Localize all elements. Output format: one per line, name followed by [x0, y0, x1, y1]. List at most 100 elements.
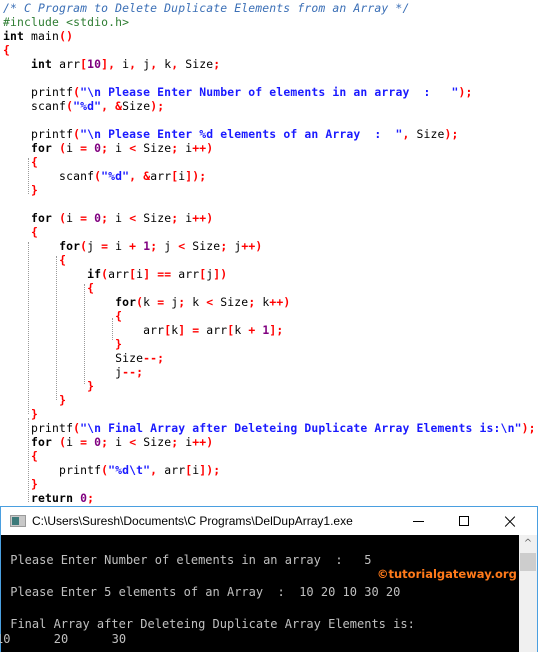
output-line: Final Array after Deleteing Duplicate Ar… — [3, 617, 415, 631]
maximize-button[interactable] — [441, 507, 487, 535]
code-line: for (i = 0; i < Size; i++) — [3, 211, 213, 225]
code-token: i — [178, 141, 193, 155]
code-token: if — [87, 267, 102, 281]
code-line: } — [3, 393, 66, 407]
window-title: C:\Users\Suresh\Documents\C Programs\Del… — [32, 514, 353, 528]
code-token: "\n Final Array after Deleteing Duplicat… — [80, 421, 522, 435]
code-token: ( — [52, 141, 67, 155]
code-token: j — [87, 239, 102, 253]
code-line: scanf("%d", &arr[i]); — [3, 169, 206, 183]
code-token: ; — [87, 491, 95, 505]
code-token: k — [255, 295, 270, 309]
console-titlebar[interactable]: C:\Users\Suresh\Documents\C Programs\Del… — [1, 507, 537, 535]
code-line: for(j = i + 1; j < Size; j++) — [3, 239, 262, 253]
code-token: i — [66, 435, 81, 449]
code-token: } — [115, 337, 123, 351]
code-token: ++) — [241, 239, 263, 253]
code-token: ]) — [213, 267, 228, 281]
code-token: ]); — [185, 169, 207, 183]
code-token: { — [31, 155, 39, 169]
code-token: "%d\t" — [108, 463, 151, 477]
code-token: arr — [150, 169, 172, 183]
code-token: Size — [136, 435, 172, 449]
code-token: ]; — [269, 323, 284, 337]
code-token: ], — [101, 57, 116, 71]
code-token: j — [136, 57, 151, 71]
code-token: ( — [52, 435, 67, 449]
console-window[interactable]: C:\Users\Suresh\Documents\C Programs\Del… — [0, 506, 538, 652]
code-line: if(arr[i] == arr[j]) — [3, 267, 227, 281]
code-token: } — [59, 393, 67, 407]
close-button[interactable]: × — [487, 507, 533, 535]
code-token: ]); — [199, 463, 221, 477]
code-token: Size — [136, 141, 172, 155]
code-token: k — [143, 295, 158, 309]
output-line: 10 20 30 — [0, 632, 127, 646]
code-line: int main() — [3, 29, 73, 43]
code-line: for (i = 0; i < Size; i++) — [3, 435, 213, 449]
code-token: Size — [185, 239, 221, 253]
code-line: Size--; — [3, 351, 164, 365]
code-token: i — [108, 435, 130, 449]
code-token: Size — [122, 99, 151, 113]
code-token: k — [185, 295, 207, 309]
code-line: scanf("%d", &Size); — [3, 99, 164, 113]
code-token: ++) — [192, 141, 214, 155]
code-token: == — [157, 267, 172, 281]
code-token: printf — [3, 127, 74, 141]
code-line: printf("%d\t", arr[i]); — [3, 463, 220, 477]
code-token: printf — [3, 85, 74, 99]
code-line: { — [3, 253, 66, 267]
code-token: --; — [143, 351, 165, 365]
code-token: } — [31, 407, 39, 421]
code-token: printf — [3, 421, 74, 435]
code-token: int — [31, 57, 53, 71]
minimize-button[interactable] — [395, 507, 441, 535]
code-token: ++) — [192, 211, 214, 225]
code-token: i — [66, 141, 81, 155]
code-token: { — [31, 449, 39, 463]
code-token: i — [178, 435, 193, 449]
code-line: { — [3, 281, 94, 295]
code-line: { — [3, 449, 38, 463]
code-token: /* C Program to Delete Duplicate Element… — [3, 1, 410, 15]
code-line: #include <stdio.h> — [3, 15, 129, 29]
code-token: scanf — [3, 99, 67, 113]
code-token: ++) — [269, 295, 291, 309]
output-line: Please Enter 5 elements of an Array : 10… — [3, 585, 401, 599]
code-line: int arr[10], i, j, k, Size; — [3, 57, 220, 71]
code-token: ); — [444, 127, 459, 141]
code-token: j — [227, 239, 242, 253]
watermark: ©tutorialgateway.org — [377, 567, 517, 581]
console-output[interactable]: Please Enter Number of elements in an ar… — [0, 535, 519, 652]
code-line: } — [3, 477, 38, 491]
console-scrollbar[interactable]: ^ — [519, 535, 537, 652]
scroll-thumb[interactable] — [520, 553, 536, 571]
code-token: k — [157, 57, 172, 71]
output-line: Please Enter Number of elements in an ar… — [3, 553, 372, 567]
code-token: i — [108, 211, 130, 225]
code-token: for — [115, 295, 137, 309]
code-editor[interactable]: /* C Program to Delete Duplicate Element… — [0, 0, 538, 510]
scroll-up-arrow-icon[interactable]: ^ — [519, 535, 537, 552]
code-line: { — [3, 155, 38, 169]
code-line: printf("\n Please Enter Number of elemen… — [3, 85, 473, 99]
code-line: arr[k] = arr[k + 1]; — [3, 323, 283, 337]
code-line: } — [3, 337, 122, 351]
code-token: printf — [3, 463, 102, 477]
code-token: } — [31, 477, 39, 491]
code-token: "%d" — [101, 169, 130, 183]
minimize-icon — [412, 520, 424, 522]
code-token: { — [87, 281, 95, 295]
code-token: { — [115, 309, 123, 323]
code-token: arr — [108, 267, 130, 281]
